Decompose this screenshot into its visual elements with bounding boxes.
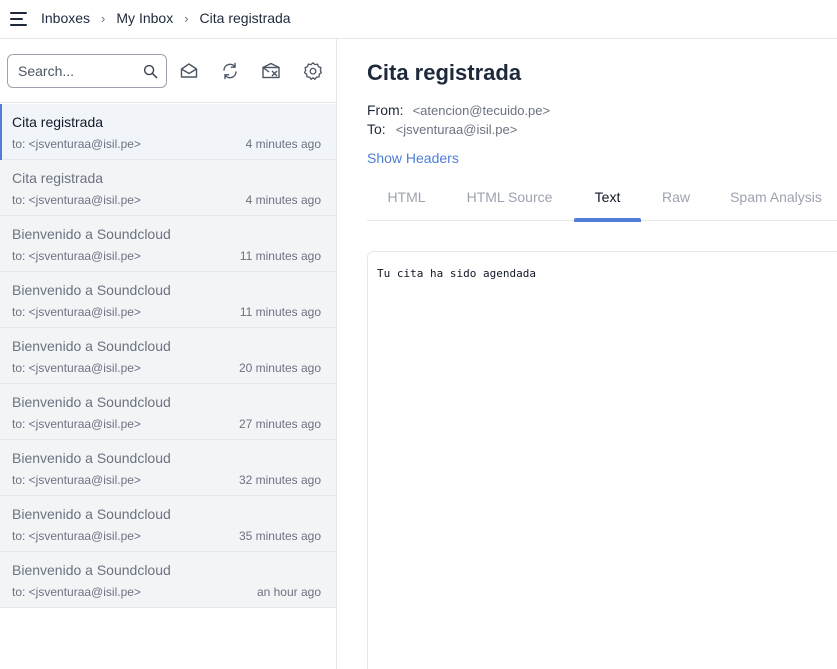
message-from: From: <atencion@tecuido.pe>: [367, 102, 550, 118]
delete-all-icon[interactable]: [261, 61, 281, 81]
email-list-item[interactable]: Bienvenido a Soundcloud to: <jsventuraa@…: [0, 384, 336, 440]
tab-html-source[interactable]: HTML Source: [451, 182, 568, 221]
email-recipient: to: <jsventuraa@isil.pe>: [12, 529, 141, 543]
email-time: 35 minutes ago: [238, 529, 321, 543]
message-tabs: HTML HTML Source Text Raw Spam Analysis: [367, 182, 837, 222]
breadcrumb: Inboxes › My Inbox › Cita registrada: [41, 10, 291, 26]
email-subject: Bienvenido a Soundcloud: [12, 394, 171, 410]
email-subject: Bienvenido a Soundcloud: [12, 450, 171, 466]
email-list-item[interactable]: Bienvenido a Soundcloud to: <jsventuraa@…: [0, 552, 336, 608]
message-view: Cita registrada From: <atencion@tecuido.p…: [337, 39, 837, 669]
email-time: 27 minutes ago: [238, 417, 321, 431]
search-box[interactable]: [7, 54, 167, 88]
email-subject: Cita registrada: [12, 170, 104, 186]
email-time: 20 minutes ago: [238, 361, 321, 375]
message-body-text: Tu cita ha sido agendada: [377, 267, 536, 280]
email-list-item[interactable]: Bienvenido a Soundcloud to: <jsventuraa@…: [0, 440, 336, 496]
email-time: 4 minutes ago: [245, 193, 321, 207]
top-bar: Inboxes › My Inbox › Cita registrada: [0, 0, 837, 39]
to-label: To:: [367, 121, 386, 137]
mark-read-icon[interactable]: [179, 61, 199, 81]
email-list-item[interactable]: Bienvenido a Soundcloud to: <jsventuraa@…: [0, 216, 336, 272]
breadcrumb-current: Cita registrada: [199, 10, 291, 26]
search-input[interactable]: [18, 61, 138, 81]
from-label: From:: [367, 102, 404, 118]
email-subject: Cita registrada: [12, 114, 104, 130]
hamburger-menu-icon[interactable]: [10, 12, 27, 26]
email-list-item[interactable]: Bienvenido a Soundcloud to: <jsventuraa@…: [0, 272, 336, 328]
show-headers-link[interactable]: Show Headers: [367, 150, 459, 166]
email-list-item[interactable]: Bienvenido a Soundcloud to: <jsventuraa@…: [0, 496, 336, 552]
email-recipient: to: <jsventuraa@isil.pe>: [12, 305, 141, 319]
email-subject: Bienvenido a Soundcloud: [12, 338, 171, 354]
email-recipient: to: <jsventuraa@isil.pe>: [12, 137, 141, 151]
message-subject: Cita registrada: [367, 60, 522, 85]
email-recipient: to: <jsventuraa@isil.pe>: [12, 193, 141, 207]
refresh-icon[interactable]: [220, 61, 240, 81]
email-time: an hour ago: [256, 585, 321, 599]
list-toolbar: [0, 39, 336, 103]
email-subject: Bienvenido a Soundcloud: [12, 562, 171, 578]
email-list-item[interactable]: Bienvenido a Soundcloud to: <jsventuraa@…: [0, 328, 336, 384]
email-recipient: to: <jsventuraa@isil.pe>: [12, 473, 141, 487]
email-list: Cita registrada to: <jsventuraa@isil.pe>…: [0, 104, 336, 608]
email-subject: Bienvenido a Soundcloud: [12, 282, 171, 298]
email-time: 11 minutes ago: [239, 249, 321, 263]
tab-raw[interactable]: Raw: [646, 182, 706, 221]
settings-icon[interactable]: [303, 61, 323, 81]
search-icon[interactable]: [143, 64, 158, 79]
email-time: 11 minutes ago: [239, 305, 321, 319]
email-list-item[interactable]: Cita registrada to: <jsventuraa@isil.pe>…: [0, 104, 336, 160]
email-list-item[interactable]: Cita registrada to: <jsventuraa@isil.pe>…: [0, 160, 336, 216]
breadcrumb-separator: ›: [101, 10, 106, 26]
tab-html[interactable]: HTML: [367, 182, 446, 221]
email-list-panel: Cita registrada to: <jsventuraa@isil.pe>…: [0, 39, 337, 669]
email-recipient: to: <jsventuraa@isil.pe>: [12, 417, 141, 431]
email-recipient: to: <jsventuraa@isil.pe>: [12, 249, 141, 263]
tab-spam-analysis[interactable]: Spam Analysis: [717, 182, 835, 221]
tab-text[interactable]: Text: [574, 182, 641, 222]
message-to: To: <jsventuraa@isil.pe>: [367, 121, 517, 137]
to-value: <jsventuraa@isil.pe>: [395, 122, 518, 137]
email-time: 4 minutes ago: [245, 137, 321, 151]
email-recipient: to: <jsventuraa@isil.pe>: [12, 361, 141, 375]
breadcrumb-inboxes[interactable]: Inboxes: [41, 10, 90, 26]
email-subject: Bienvenido a Soundcloud: [12, 226, 171, 242]
message-body-box: Tu cita ha sido agendada: [367, 251, 837, 669]
email-time: 32 minutes ago: [238, 473, 321, 487]
from-value: <atencion@tecuido.pe>: [412, 103, 551, 118]
breadcrumb-my-inbox[interactable]: My Inbox: [116, 10, 173, 26]
email-recipient: to: <jsventuraa@isil.pe>: [12, 585, 141, 599]
email-subject: Bienvenido a Soundcloud: [12, 506, 171, 522]
breadcrumb-separator: ›: [184, 10, 189, 26]
